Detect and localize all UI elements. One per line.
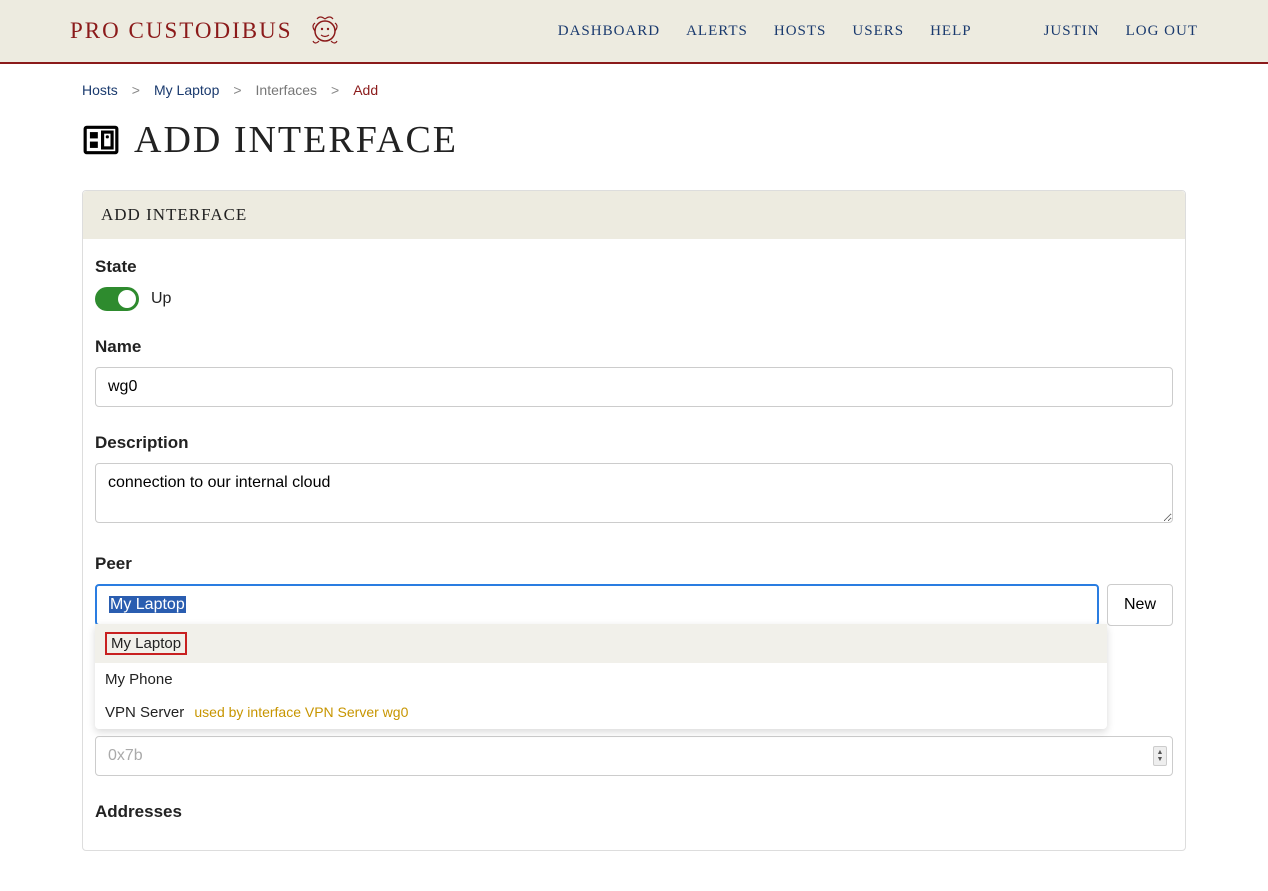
peer-option-note: used by interface VPN Server wg0 [194, 704, 408, 720]
add-interface-panel: ADD INTERFACE State Up Name Description [82, 190, 1186, 851]
breadcrumb-hosts[interactable]: Hosts [82, 82, 118, 98]
panel-body: State Up Name Description Peer [83, 239, 1185, 850]
nav-help[interactable]: HELP [930, 23, 972, 40]
field-number: ▲ ▼ [95, 736, 1173, 776]
peer-label: Peer [95, 554, 1173, 574]
interface-icon [82, 121, 120, 159]
peer-dropdown: My Laptop My Phone VPN Server used by in… [95, 624, 1107, 729]
peer-option-my-laptop[interactable]: My Laptop [95, 624, 1107, 663]
nav-users[interactable]: USERS [852, 23, 904, 40]
peer-input-value: My Laptop [109, 596, 186, 613]
field-peer: Peer My Laptop New My Laptop My Phone [95, 554, 1173, 626]
field-name: Name [95, 337, 1173, 407]
page-title-row: ADD INTERFACE [82, 118, 1186, 162]
number-spinner[interactable]: ▲ ▼ [1153, 746, 1167, 766]
name-label: Name [95, 337, 1173, 357]
panel-title: ADD INTERFACE [83, 191, 1185, 239]
breadcrumb: Hosts > My Laptop > Interfaces > Add [82, 82, 1186, 98]
main-nav: DASHBOARD ALERTS HOSTS USERS HELP JUSTIN… [558, 23, 1198, 40]
nav-logout[interactable]: LOG OUT [1126, 23, 1198, 40]
brand[interactable]: PRO CUSTODIBUS [70, 11, 345, 51]
breadcrumb-host[interactable]: My Laptop [154, 82, 219, 98]
state-toggle[interactable] [95, 287, 139, 311]
nav-current-user[interactable]: JUSTIN [1044, 23, 1100, 40]
nav-hosts[interactable]: HOSTS [774, 23, 827, 40]
breadcrumb-separator: > [132, 82, 140, 98]
medusa-logo-icon [305, 11, 345, 51]
nav-dashboard[interactable]: DASHBOARD [558, 23, 660, 40]
breadcrumb-separator: > [233, 82, 241, 98]
field-addresses: Addresses [95, 802, 1173, 822]
description-label: Description [95, 433, 1173, 453]
peer-input[interactable]: My Laptop [95, 584, 1099, 626]
new-peer-button[interactable]: New [1107, 584, 1173, 626]
brand-text: PRO CUSTODIBUS [70, 18, 293, 44]
peer-option-label: VPN Server [105, 704, 184, 721]
peer-option-vpn-server[interactable]: VPN Server used by interface VPN Server … [95, 696, 1107, 729]
page-title: ADD INTERFACE [134, 118, 458, 162]
description-input[interactable] [95, 463, 1173, 523]
peer-option-label: My Laptop [105, 632, 187, 655]
addresses-label: Addresses [95, 802, 1173, 822]
state-label: State [95, 257, 1173, 277]
number-input[interactable] [95, 736, 1173, 776]
state-value: Up [151, 290, 171, 308]
peer-option-my-phone[interactable]: My Phone [95, 663, 1107, 696]
field-state: State Up [95, 257, 1173, 311]
breadcrumb-separator: > [331, 82, 339, 98]
app-header: PRO CUSTODIBUS DASHBOARD ALERTS HOSTS US… [0, 0, 1268, 64]
breadcrumb-interfaces: Interfaces [256, 82, 317, 98]
field-description: Description [95, 433, 1173, 528]
name-input[interactable] [95, 367, 1173, 407]
chevron-down-icon: ▼ [1157, 756, 1164, 763]
toggle-knob [118, 290, 136, 308]
page-content: Hosts > My Laptop > Interfaces > Add ADD… [0, 64, 1268, 891]
nav-alerts[interactable]: ALERTS [686, 23, 748, 40]
breadcrumb-current: Add [353, 82, 378, 98]
peer-option-label: My Phone [105, 671, 173, 688]
